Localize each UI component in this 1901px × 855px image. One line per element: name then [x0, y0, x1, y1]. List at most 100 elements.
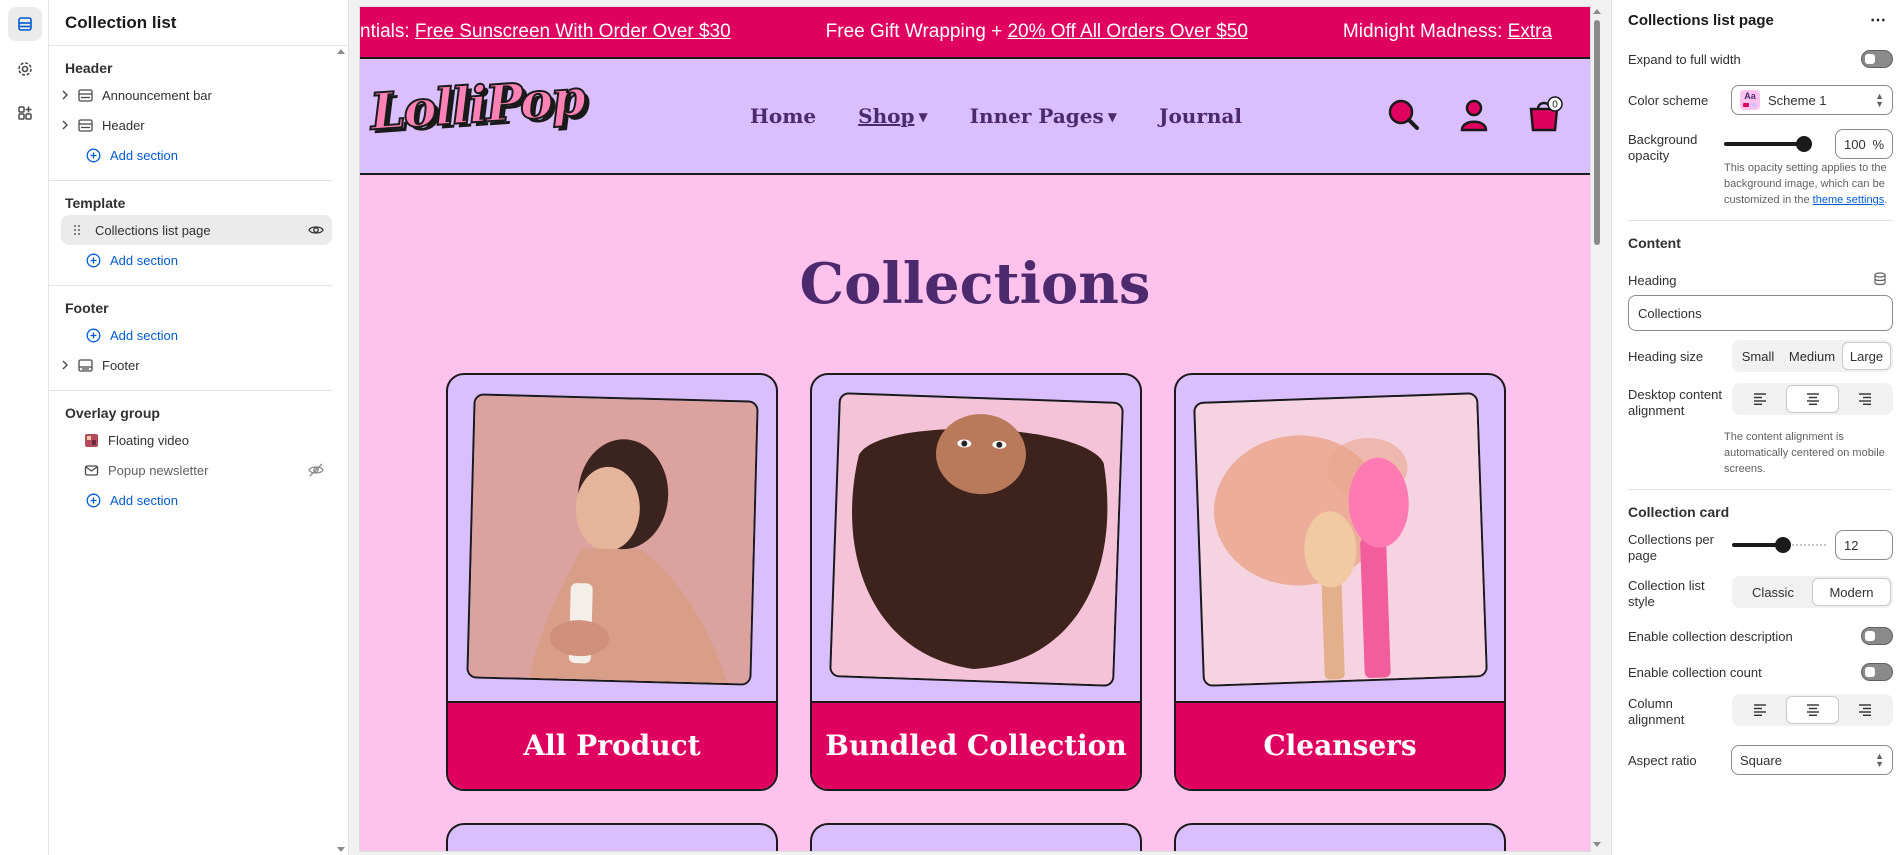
add-section-button[interactable]: Add section	[49, 320, 332, 350]
align-right-icon[interactable]	[1839, 385, 1891, 413]
announcement-link[interactable]: Extra	[1508, 21, 1552, 42]
section-footer[interactable]: Footer	[49, 350, 332, 380]
input-value: 100	[1844, 136, 1866, 152]
color-scheme-badge: Aa	[1744, 91, 1756, 101]
header-icons: 0	[1384, 95, 1564, 135]
account-icon[interactable]	[1454, 95, 1494, 135]
section-layout-icon	[77, 117, 93, 133]
heading-input[interactable]: Collections	[1628, 295, 1893, 331]
group-title: Footer	[65, 300, 109, 316]
cart-icon[interactable]: 0	[1524, 95, 1564, 135]
nav-inner-pages[interactable]: Inner Pages ▼	[970, 104, 1117, 128]
heading-size-medium[interactable]: Medium	[1782, 342, 1842, 370]
add-section-button[interactable]: Add section	[49, 245, 332, 275]
setting-label: Heading	[1628, 272, 1677, 288]
collection-image	[829, 392, 1124, 687]
align-left-icon[interactable]	[1734, 385, 1786, 413]
collection-card[interactable]: Cleansers	[1174, 373, 1506, 791]
collection-card[interactable]: All Product	[446, 373, 778, 791]
theme-settings-link[interactable]: theme settings	[1813, 194, 1885, 206]
heading-size-large[interactable]: Large	[1842, 342, 1891, 370]
search-icon[interactable]	[1384, 95, 1424, 135]
plus-circle-icon	[85, 147, 101, 163]
eye-hidden-icon[interactable]	[308, 462, 324, 478]
collection-card[interactable]: Bundled Collection	[810, 373, 1142, 791]
bg-opacity-slider-thumb[interactable]	[1796, 136, 1812, 152]
add-section-button[interactable]: Add section	[49, 140, 332, 170]
collection-grid-row2	[446, 823, 1506, 851]
left-scrollbar[interactable]	[334, 46, 348, 855]
sections-icon[interactable]	[8, 7, 42, 41]
collection-image	[1193, 392, 1488, 687]
store-logo[interactable]: LolliPop	[367, 67, 587, 143]
bg-opacity-input[interactable]: 100 %	[1835, 129, 1893, 159]
apps-icon[interactable]	[8, 96, 42, 130]
nav-journal[interactable]: Journal	[1159, 104, 1242, 128]
plus-circle-icon	[85, 492, 101, 508]
section-label: Announcement bar	[102, 87, 212, 103]
dynamic-source-icon[interactable]	[1873, 272, 1887, 289]
section-announcement-bar[interactable]: Announcement bar	[49, 80, 332, 110]
section-collections-list-page[interactable]: Collections list page	[61, 215, 332, 245]
cart-count: 0	[1552, 100, 1558, 111]
align-center-icon[interactable]	[1786, 385, 1839, 413]
settings-panel: Collections list page ⋯ Expand to full w…	[1611, 0, 1901, 855]
align-center-icon[interactable]	[1786, 696, 1839, 724]
add-section-label: Add section	[110, 327, 178, 343]
add-section-button[interactable]: Add section	[49, 485, 332, 515]
chevron-right-icon[interactable]	[57, 357, 73, 373]
enable-description-toggle[interactable]	[1861, 627, 1893, 645]
setting-label: Column alignment	[1628, 696, 1685, 727]
nav-shop[interactable]: Shop ▼	[858, 104, 928, 128]
eye-icon[interactable]	[308, 222, 324, 238]
settings-gear-icon[interactable]	[8, 52, 42, 86]
announcement-item: ntials: Free Sunscreen With Order Over $…	[360, 21, 731, 42]
section-tree-panel: Collection list Header Announcement bar …	[49, 0, 349, 855]
setting-label: Desktop content alignment	[1628, 387, 1722, 418]
heading-size-small[interactable]: Small	[1734, 342, 1782, 370]
collection-card-partial[interactable]	[446, 823, 778, 851]
section-label: Popup newsletter	[108, 462, 209, 478]
announcement-link[interactable]: Free Sunscreen With Order Over $30	[415, 21, 731, 42]
setting-label: Collections per page	[1628, 532, 1714, 563]
section-header[interactable]: Header	[49, 110, 332, 140]
color-scheme-select[interactable]: Aa Scheme 1 ▲ ▼	[1731, 85, 1893, 115]
add-section-label: Add section	[110, 492, 178, 508]
section-floating-video[interactable]: Floating video	[49, 425, 332, 455]
section-label: Header	[102, 117, 145, 133]
announcement-link[interactable]: 20% Off All Orders Over $50	[1007, 21, 1247, 42]
per-page-slider-thumb[interactable]	[1775, 537, 1791, 553]
footer-layout-icon	[77, 357, 93, 373]
announcement-item: Midnight Madness: Extra	[1343, 21, 1552, 42]
align-right-icon[interactable]	[1839, 696, 1891, 724]
aspect-ratio-select[interactable]: Square ▲ ▼	[1731, 745, 1893, 775]
nav-home[interactable]: Home	[750, 104, 816, 128]
chevron-right-icon[interactable]	[57, 87, 73, 103]
more-options-icon[interactable]: ⋯	[1870, 10, 1887, 30]
collection-card-partial[interactable]	[1174, 823, 1506, 851]
collections-per-page-setting: Collections per page 12	[1620, 528, 1893, 568]
announcement-bar: ntials: Free Sunscreen With Order Over $…	[360, 7, 1590, 59]
list-style-modern[interactable]: Modern	[1812, 578, 1891, 606]
heading-size-setting: Heading size Small Medium Large	[1620, 331, 1893, 381]
bg-opacity-slider-track[interactable]	[1724, 142, 1804, 146]
enable-count-toggle[interactable]	[1861, 663, 1893, 681]
storefront-preview[interactable]: ntials: Free Sunscreen With Order Over $…	[359, 6, 1591, 852]
store-header: LolliPop Home Shop ▼ Inner Pages ▼ Journal…	[360, 59, 1590, 175]
collection-title: Cleansers	[1176, 701, 1504, 789]
desktop-alignment-setting: Desktop content alignment	[1620, 381, 1893, 429]
align-left-icon[interactable]	[1734, 696, 1786, 724]
column-alignment-segmented	[1732, 694, 1893, 726]
preview-scrollbar[interactable]	[1591, 6, 1603, 852]
drag-handle-icon[interactable]	[69, 222, 85, 238]
list-style-classic[interactable]: Classic	[1734, 578, 1812, 606]
section-popup-newsletter[interactable]: Popup newsletter	[49, 455, 332, 485]
chevron-right-icon[interactable]	[57, 117, 73, 133]
expand-full-width-toggle[interactable]	[1861, 50, 1893, 68]
add-section-label: Add section	[110, 147, 178, 163]
heading-size-segmented: Small Medium Large	[1732, 340, 1893, 372]
collection-card-partial[interactable]	[810, 823, 1142, 851]
section-layout-icon	[77, 87, 93, 103]
select-value: Scheme 1	[1768, 92, 1827, 108]
per-page-input[interactable]: 12	[1835, 530, 1893, 560]
